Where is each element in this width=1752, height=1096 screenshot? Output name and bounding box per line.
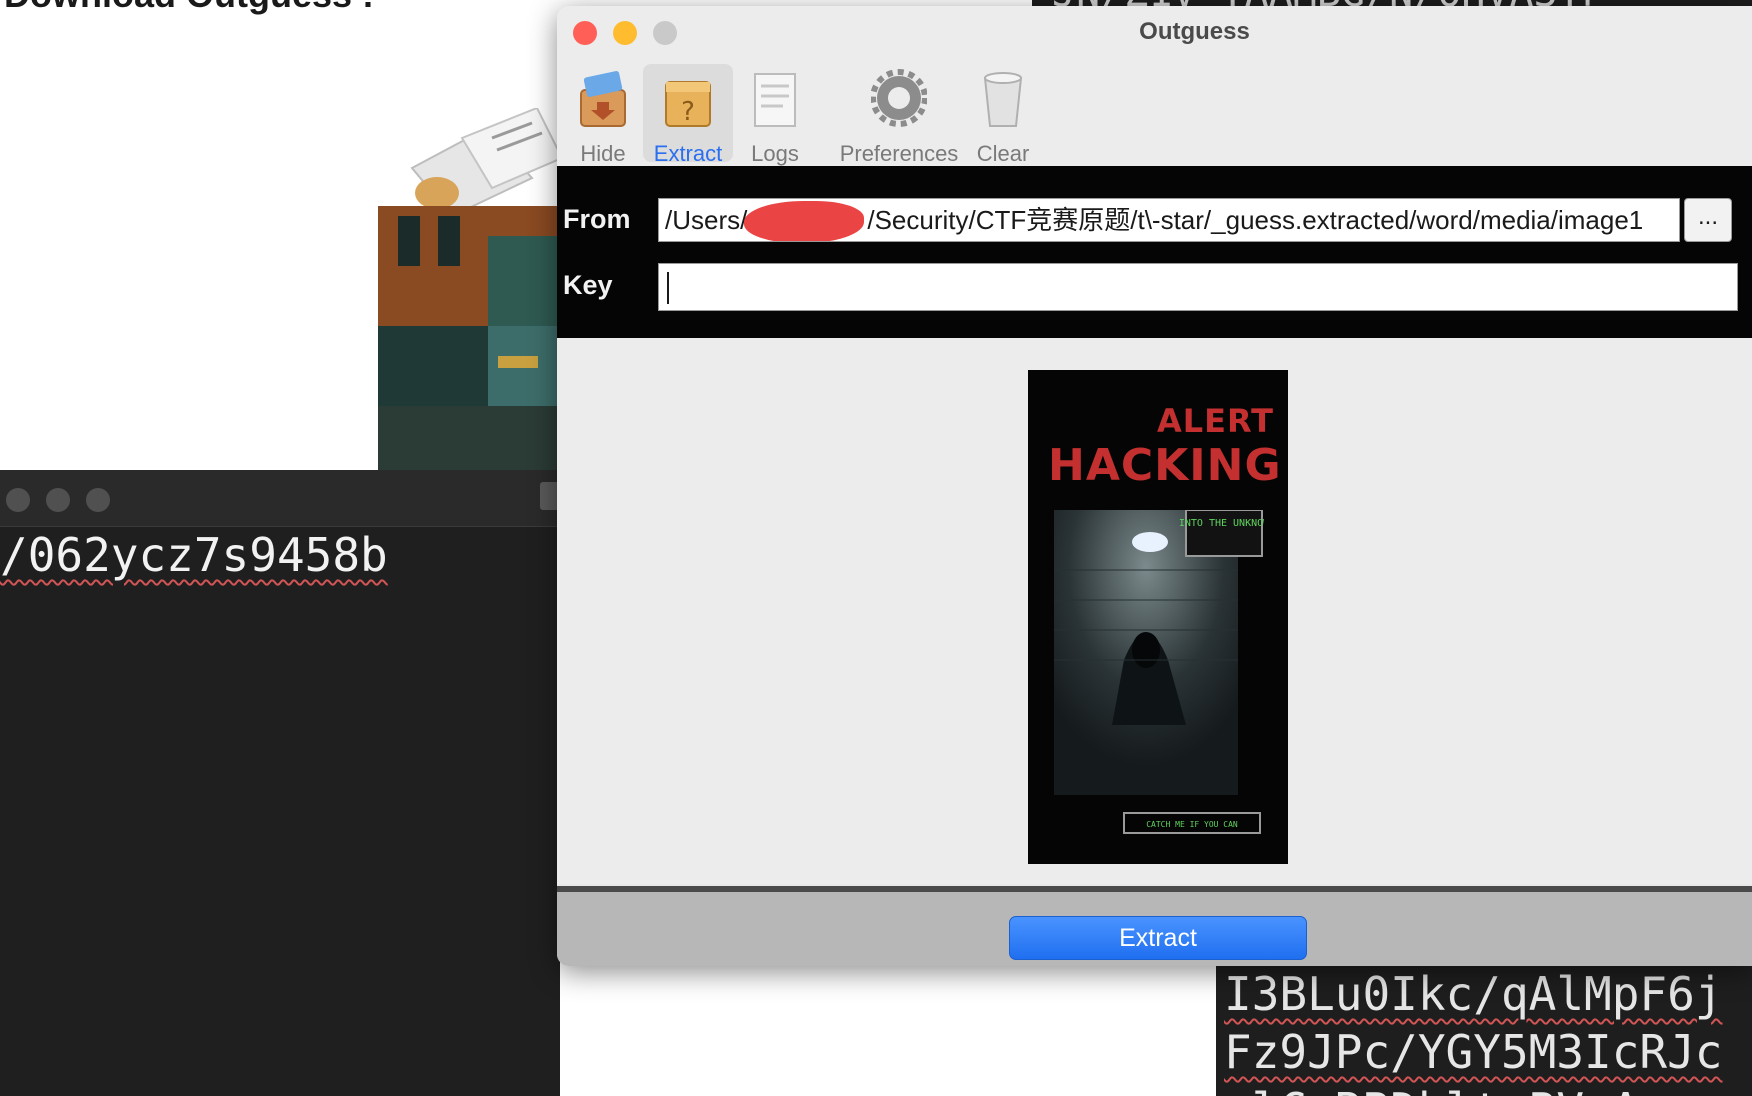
- preview-text-hacking: HACKING: [1048, 440, 1282, 491]
- browse-button[interactable]: ...: [1684, 198, 1732, 242]
- extract-action-button[interactable]: Extract: [1009, 916, 1307, 960]
- toolbar-clear-button[interactable]: Clear: [961, 64, 1045, 166]
- key-input[interactable]: [658, 263, 1738, 311]
- terminal-line: Fz9JPc/YGY5M3IcRJc: [1224, 1025, 1723, 1079]
- preview-footer-text: CATCH ME IF YOU CAN: [1146, 820, 1238, 829]
- outguess-window: Outguess Hide ? Extract Logs Preferences…: [557, 6, 1752, 966]
- toolbar-extract-label: Extract: [653, 141, 723, 166]
- window-title: Outguess: [1139, 18, 1250, 45]
- toolbar-hide-button[interactable]: Hide: [567, 64, 639, 166]
- text-caret: [667, 272, 669, 304]
- page-heading: Download Outguess :: [4, 0, 374, 16]
- terminal-text-line: /062ycz7s9458b: [0, 528, 388, 582]
- from-path-field[interactable]: /Users/ /Security/CTF竞赛原题/t\-star/_guess.…: [658, 198, 1680, 242]
- from-path-prefix: /Users/: [665, 205, 748, 235]
- preview-image: ALERT HACKING INTO THE UNKNOW CATCH ME I…: [1028, 370, 1288, 864]
- from-path-rest: /Security/CTF竞赛原题/t\-star/_guess.extract…: [867, 205, 1644, 235]
- image-preview-area: ALERT HACKING INTO THE UNKNOW CATCH ME I…: [557, 338, 1752, 884]
- terminal-minimize-button[interactable]: [46, 488, 70, 512]
- terminal-close-button[interactable]: [6, 488, 30, 512]
- toolbar-clear-label: Clear: [976, 141, 1030, 166]
- terminal-line: alC RBDhlt+BV+A: [1216, 1081, 1752, 1096]
- hide-icon: [580, 71, 626, 127]
- hooded-figure-illustration: INTO THE UNKNOW CATCH ME IF YOU CAN: [1054, 510, 1264, 834]
- svg-text:?: ?: [681, 97, 695, 127]
- preview-tag-text: INTO THE UNKNOW: [1179, 518, 1264, 529]
- window-titlebar: Outguess Hide ? Extract Logs Preferences…: [557, 6, 1752, 166]
- documents-icon: [410, 108, 562, 218]
- key-label: Key: [563, 270, 613, 300]
- toolbar-logs-button[interactable]: Logs: [739, 64, 811, 166]
- from-label: From: [563, 204, 631, 234]
- preview-text-alert: ALERT: [1156, 402, 1274, 440]
- terminal-line: I3BLu0Ikc/qAlMpF6j: [1224, 967, 1723, 1021]
- terminal-window-right: I3BLu0Ikc/qAlMpF6j Fz9JPc/YGY5M3IcRJc al…: [1216, 965, 1752, 1096]
- redaction-mark: [744, 201, 864, 241]
- logs-icon: [754, 73, 796, 127]
- toolbar-extract-button[interactable]: ? Extract: [643, 64, 733, 166]
- toolbar-hide-label: Hide: [580, 141, 626, 166]
- terminal-password-text: /062ycz7s9458b: [0, 528, 388, 582]
- bottom-action-bar: Extract: [557, 892, 1752, 966]
- terminal-zoom-button[interactable]: [86, 488, 110, 512]
- preferences-gear-icon: [870, 69, 928, 127]
- terminal-window-left: /062ycz7s9458b: [0, 470, 560, 1096]
- extract-form: From /Users/ /Security/CTF竞赛原题/t\-star/_g…: [557, 166, 1752, 338]
- toolbar-preferences-label: Preferences: [839, 141, 959, 166]
- painting-thumbnail: [378, 206, 560, 472]
- extract-icon: ?: [665, 81, 711, 127]
- clear-trash-icon: [983, 72, 1023, 127]
- toolbar-preferences-button[interactable]: Preferences: [819, 64, 979, 166]
- toolbar-logs-label: Logs: [751, 141, 799, 166]
- terminal-titlebar: [0, 470, 560, 527]
